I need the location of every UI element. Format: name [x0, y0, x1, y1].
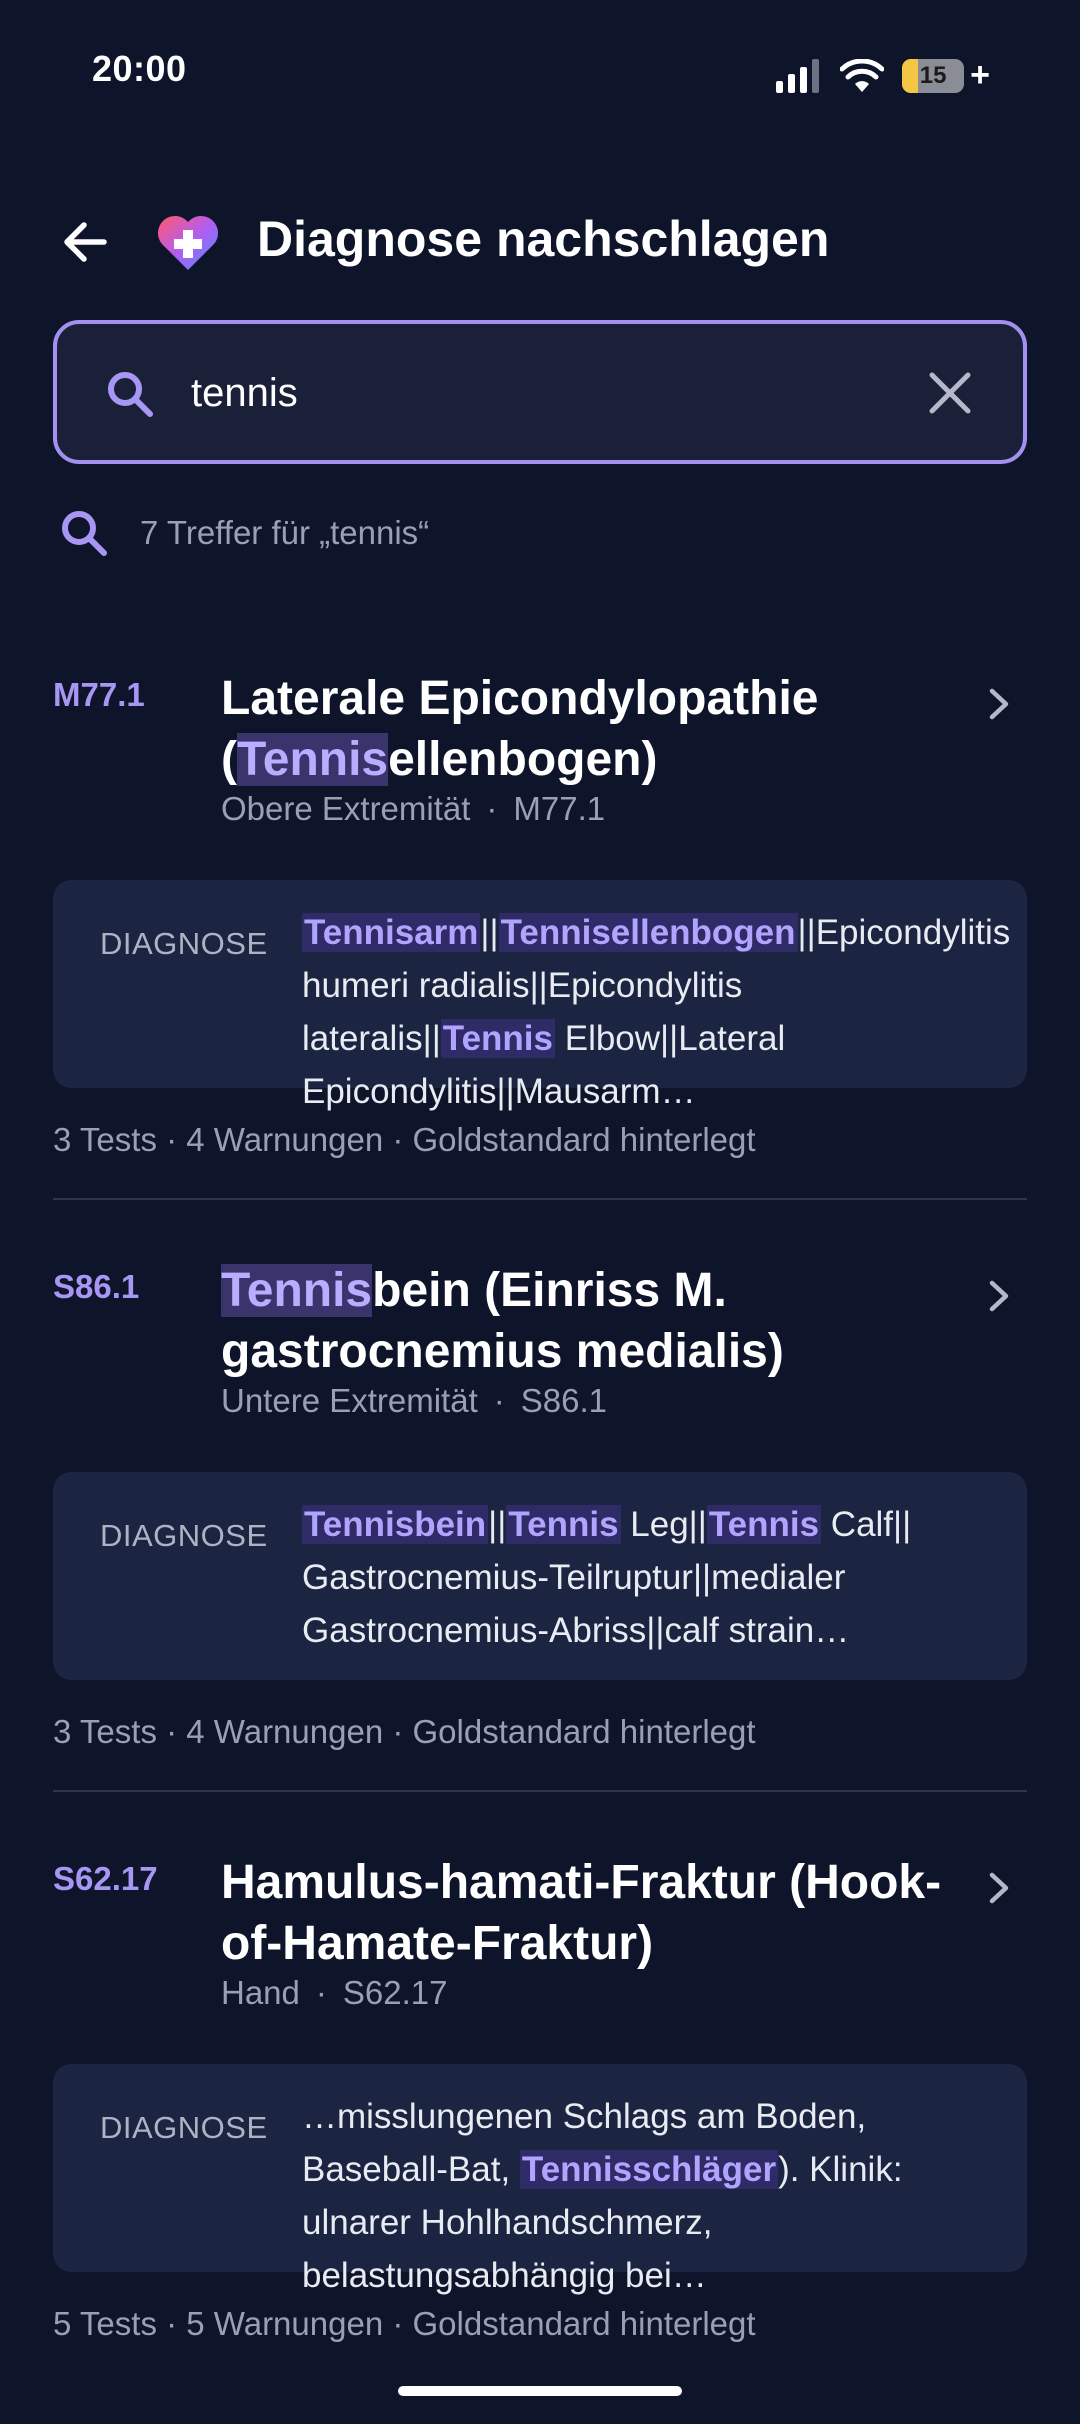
diagnosis-meta: Untere Extremität · S86.1 — [221, 1382, 607, 1419]
snippet-segment: || — [480, 913, 499, 952]
snippet-segment: || — [488, 1505, 507, 1544]
highlighted-match: Tennis — [506, 1505, 621, 1544]
search-input[interactable] — [189, 358, 909, 428]
chevron-right-icon[interactable] — [978, 684, 1018, 724]
chevron-right-icon[interactable] — [978, 1276, 1018, 1316]
diagnosis-code: M77.1 — [53, 676, 145, 713]
highlighted-match: Tennis — [706, 1505, 822, 1544]
highlighted-match: Tennisarm — [302, 913, 481, 952]
diagnosis-title: Tennisbein (Einriss M. gastrocnemius med… — [221, 1264, 784, 1378]
snippet-text: Tennisbein||Tennis Leg||Tennis Calf|| Ga… — [302, 1498, 1002, 1657]
divider — [53, 1198, 1027, 1200]
snippet-card: DIAGNOSE Tennisbein||Tennis Leg||Tennis … — [53, 1472, 1027, 1680]
battery-icon: 15 — [902, 58, 965, 93]
battery-level: 15 — [919, 61, 947, 89]
wifi-icon — [840, 58, 885, 92]
result-count-text: 7 Treffer für „tennis“ — [140, 514, 430, 551]
back-arrow-icon[interactable] — [56, 212, 116, 272]
status-icons: 15 + — [776, 56, 990, 95]
highlighted-match: Tennisbein — [302, 1505, 489, 1544]
result-count: 7 Treffer für „tennis“ — [56, 505, 429, 561]
highlighted-match: Tennis — [440, 1019, 555, 1058]
highlighted-match: Tennisschläger — [519, 2150, 779, 2189]
app-screen: 20:00 15 + Diagnose nachschlagen tennis … — [0, 0, 1080, 2424]
status-bar: 20:00 15 + — [0, 0, 1080, 150]
snippet-card: DIAGNOSE Tennisarm||Tennisellenbogen||Ep… — [53, 880, 1027, 1111]
charging-icon: + — [970, 56, 990, 94]
diagnosis-meta: Obere Extremität · M77.1 — [221, 790, 606, 827]
diagnosis-title: Laterale Epicondylopathie (Tennisellenbo… — [221, 672, 819, 786]
snippet-segment: Leg|| — [620, 1505, 707, 1544]
card-label: DIAGNOSE — [100, 1518, 268, 1553]
snippet-card: DIAGNOSE …misslungenen Schlags am Boden,… — [53, 2064, 1027, 2295]
app-logo-icon — [157, 215, 219, 270]
page-title: Diagnose nachschlagen — [257, 211, 830, 267]
clear-search-icon[interactable] — [921, 364, 979, 422]
divider — [53, 1790, 1027, 1792]
snippet-text: Tennisarm||Tennisellenbogen||Epicondylit… — [302, 906, 1010, 1118]
card-label: DIAGNOSE — [100, 2110, 268, 2145]
highlighted-match: Tennisellenbogen — [498, 913, 798, 952]
card-label: DIAGNOSE — [100, 926, 268, 961]
snippet-text: …misslungenen Schlags am Boden, Baseball… — [302, 2090, 1002, 2302]
search-box[interactable] — [53, 320, 1027, 464]
chevron-right-icon[interactable] — [978, 1868, 1018, 1908]
result-stats: 3 Tests · 4 Warnungen · Goldstandard hin… — [53, 1121, 756, 1158]
result-stats: 3 Tests · 4 Warnungen · Goldstandard hin… — [53, 1713, 756, 1750]
diagnosis-code: S86.1 — [53, 1268, 140, 1305]
diagnosis-meta: Hand · S62.17 — [221, 1974, 448, 2011]
header: Diagnose nachschlagen — [0, 190, 1080, 300]
diagnosis-title: Hamulus-hamati-Fraktur (Hook-of-Hamate-F… — [221, 1856, 942, 1970]
search-icon — [62, 511, 107, 556]
cellular-signal-icon — [776, 58, 820, 93]
home-indicator[interactable] — [398, 2386, 682, 2396]
status-time: 20:00 — [92, 48, 187, 89]
result-stats: 5 Tests · 5 Warnungen · Goldstandard hin… — [53, 2305, 756, 2342]
search-icon — [108, 372, 153, 417]
diagnosis-code: S62.17 — [53, 1860, 158, 1897]
